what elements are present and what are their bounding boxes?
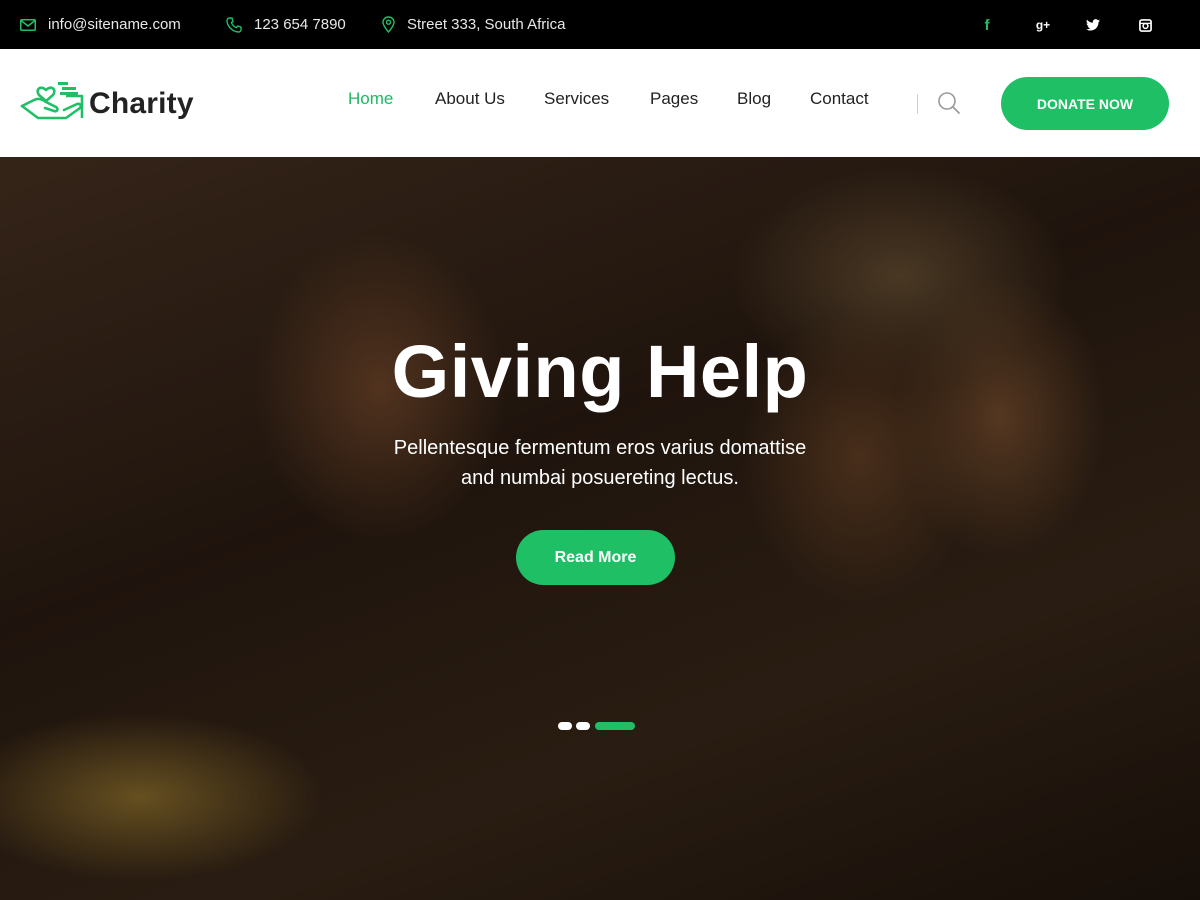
facebook-icon[interactable]: f [976,14,998,36]
hero-title: Giving Help [391,330,809,413]
hero-background-photo [0,157,1200,900]
top-bar: info@sitename.com 123 654 7890 Street 33… [0,0,1200,49]
hero-slider: Giving Help Pellentesque fermentum eros … [0,157,1200,900]
site-header: Charity Home About Us Services Pages Blo… [0,49,1200,157]
charity-hand-heart-icon [20,82,84,120]
map-pin-icon [382,16,395,33]
slider-dot-2[interactable] [576,722,590,730]
google-plus-glyph: g+ [1035,18,1051,32]
hero-subtitle-line-2: and numbai posuereting lectus. [461,467,739,489]
nav-services[interactable]: Services [544,89,609,113]
address-text: Street 333, South Africa [407,16,566,33]
facebook-glyph: f [984,16,990,34]
contact-phone[interactable]: 123 654 7890 [226,0,346,49]
contact-address: Street 333, South Africa [382,0,565,49]
hero-subtitle-line-1: Pellentesque fermentum eros varius domat… [393,437,807,459]
nav-pages[interactable]: Pages [650,89,698,113]
nav-home[interactable]: Home [348,89,393,113]
site-logo[interactable]: Charity [20,74,200,134]
phone-text: 123 654 7890 [254,16,346,33]
nav-contact[interactable]: Contact [810,89,869,113]
instagram-icon[interactable] [1134,14,1156,36]
search-icon[interactable] [937,91,961,115]
instagram-camera-shape [1138,18,1152,32]
contact-email[interactable]: info@sitename.com [20,0,181,49]
twitter-bird-shape [1086,19,1100,31]
phone-icon [226,16,242,33]
logo-text: Charity [89,87,194,120]
nav-blog[interactable]: Blog [737,89,771,113]
read-more-button[interactable]: Read More [516,530,675,585]
nav-about-us[interactable]: About Us [435,89,505,113]
slider-dot-3-active[interactable] [595,722,635,730]
envelope-icon [20,18,36,31]
slider-dot-1[interactable] [558,722,572,730]
twitter-icon[interactable] [1082,14,1104,36]
donate-now-button[interactable]: DONATE NOW [1001,77,1169,130]
email-text: info@sitename.com [48,16,181,33]
hero-subtitle: Pellentesque fermentum eros varius domat… [0,433,1200,493]
nav-divider [917,94,918,114]
search-magnifier-shape [938,92,960,114]
google-plus-icon[interactable]: g+ [1032,14,1054,36]
